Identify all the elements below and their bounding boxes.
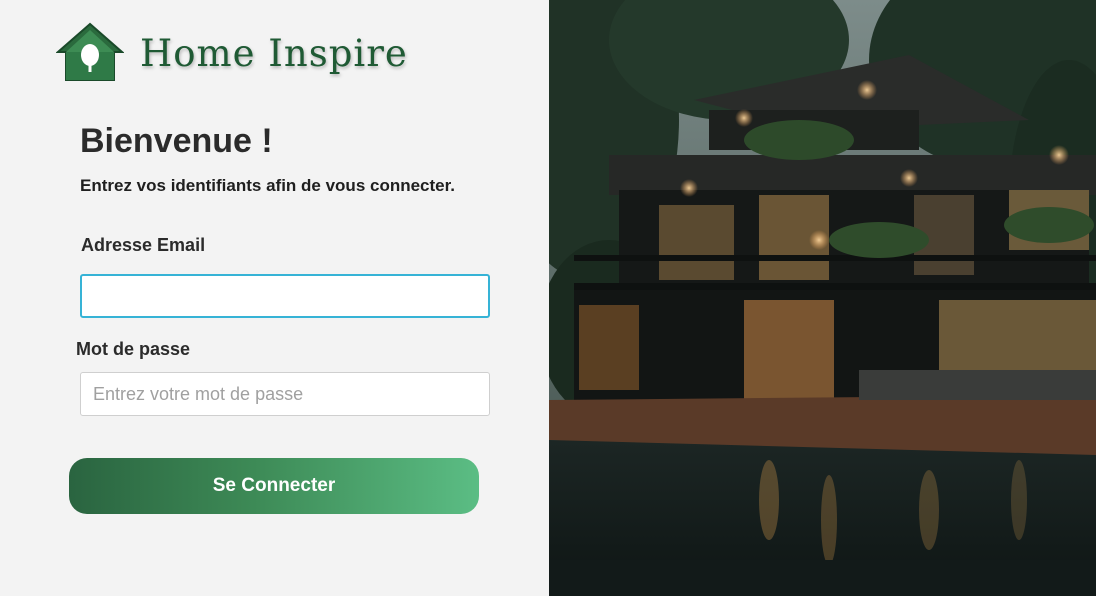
email-field[interactable] bbox=[80, 274, 490, 318]
login-panel: Home Inspire Bienvenue ! Entrez vos iden… bbox=[0, 0, 549, 596]
page-title: Bienvenue ! bbox=[80, 122, 273, 160]
password-label: Mot de passe bbox=[76, 339, 191, 359]
hero-image bbox=[549, 0, 1096, 596]
password-field[interactable] bbox=[80, 372, 490, 416]
login-button[interactable]: Se Connecter bbox=[69, 458, 479, 514]
brand-logo: Home Inspire bbox=[56, 22, 408, 84]
house-icon bbox=[56, 22, 124, 81]
page-subtitle: Entrez vos identifiants afin de vous con… bbox=[80, 176, 456, 195]
house-photo-icon bbox=[549, 0, 1096, 596]
brand-name: Home Inspire bbox=[140, 31, 408, 75]
email-label: Adresse Email bbox=[81, 235, 206, 255]
